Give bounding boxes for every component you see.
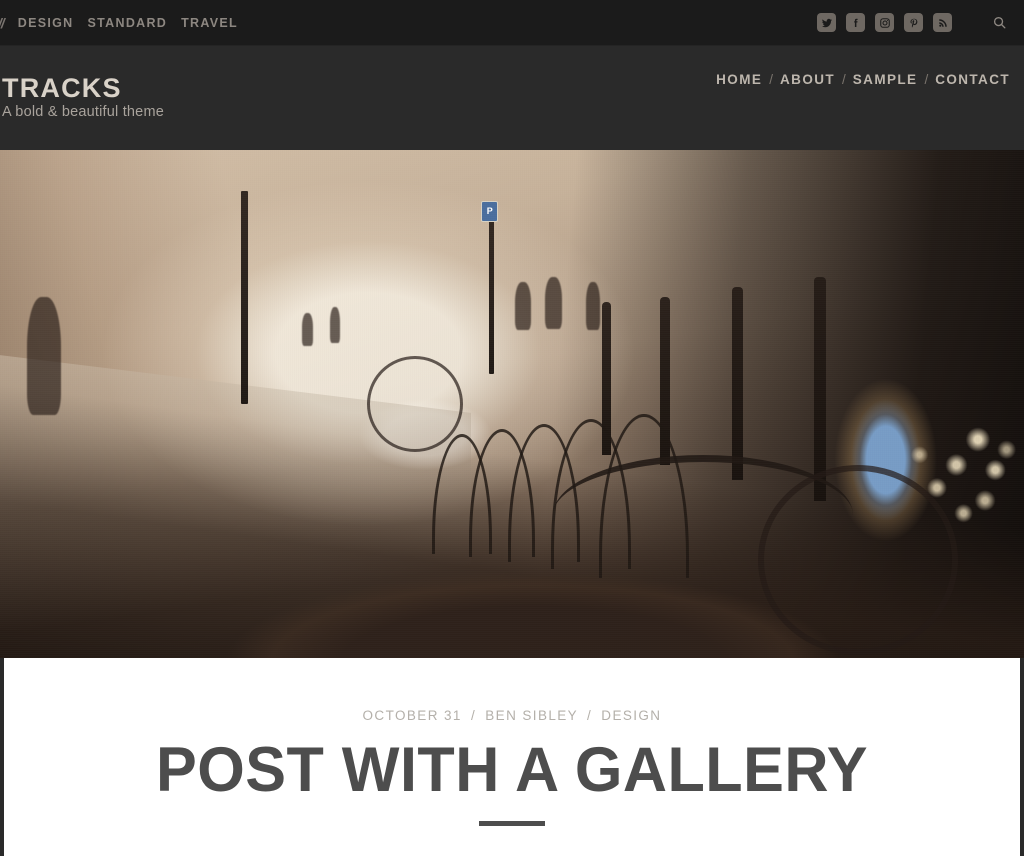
meta-separator: / bbox=[470, 708, 477, 723]
post-category[interactable]: DESIGN bbox=[601, 708, 661, 723]
facebook-icon[interactable] bbox=[846, 13, 865, 32]
twitter-icon[interactable] bbox=[817, 13, 836, 32]
site-branding: TRACKS A bold & beautiful theme bbox=[2, 74, 164, 121]
top-bar: // DESIGN STANDARD TRAVEL bbox=[0, 0, 1024, 46]
pedestrian-silhouette bbox=[329, 307, 340, 344]
pedestrian-silhouette bbox=[544, 277, 562, 329]
bollard bbox=[732, 287, 744, 481]
category-link-travel[interactable]: TRAVEL bbox=[181, 16, 238, 30]
pedestrian-silhouette bbox=[515, 282, 532, 331]
nav-item-sample[interactable]: SAMPLE bbox=[853, 72, 918, 87]
pinterest-icon[interactable] bbox=[904, 13, 923, 32]
category-link-standard[interactable]: STANDARD bbox=[88, 16, 168, 30]
title-divider bbox=[479, 821, 545, 827]
nav-item-about[interactable]: ABOUT bbox=[780, 72, 835, 87]
category-link-design[interactable]: DESIGN bbox=[18, 16, 74, 30]
meta-separator: / bbox=[586, 708, 593, 723]
category-links: // DESIGN STANDARD TRAVEL bbox=[0, 15, 238, 31]
lamp-post bbox=[240, 190, 248, 404]
social-links bbox=[817, 12, 1010, 34]
parking-sign-icon bbox=[481, 200, 499, 222]
post-date: OCTOBER 31 bbox=[362, 708, 462, 723]
nav-separator: / bbox=[769, 72, 774, 87]
site-header: TRACKS A bold & beautiful theme HOME / A… bbox=[0, 46, 1024, 150]
bicycle-wheel bbox=[366, 355, 463, 452]
nav-separator: / bbox=[842, 72, 846, 87]
pedestrian-silhouette bbox=[302, 312, 314, 346]
slashes-mark: // bbox=[0, 14, 5, 31]
content-area: OCTOBER 31 / BEN SIBLEY / DESIGN POST WI… bbox=[0, 658, 1024, 856]
pedestrian-silhouette bbox=[585, 282, 600, 331]
sign-pole bbox=[489, 221, 495, 374]
post-header: OCTOBER 31 / BEN SIBLEY / DESIGN POST WI… bbox=[4, 658, 1020, 827]
featured-image[interactable] bbox=[0, 150, 1024, 658]
nav-item-contact[interactable]: CONTACT bbox=[935, 72, 1010, 87]
bollard bbox=[814, 277, 827, 501]
post-title: POST WITH A GALLERY bbox=[156, 735, 868, 805]
site-tagline: A bold & beautiful theme bbox=[2, 103, 164, 120]
nav-item-home[interactable]: HOME bbox=[716, 72, 762, 87]
search-icon[interactable] bbox=[988, 12, 1010, 34]
rss-icon[interactable] bbox=[933, 13, 952, 32]
main-navigation: HOME / ABOUT / SAMPLE / CONTACT bbox=[716, 72, 1010, 87]
site-title[interactable]: TRACKS bbox=[2, 74, 164, 102]
nav-separator: / bbox=[924, 72, 929, 87]
post-author[interactable]: BEN SIBLEY bbox=[485, 708, 578, 723]
instagram-icon[interactable] bbox=[875, 13, 894, 32]
post-meta: OCTOBER 31 / BEN SIBLEY / DESIGN bbox=[4, 708, 1020, 723]
pedestrian-silhouette bbox=[26, 297, 61, 416]
